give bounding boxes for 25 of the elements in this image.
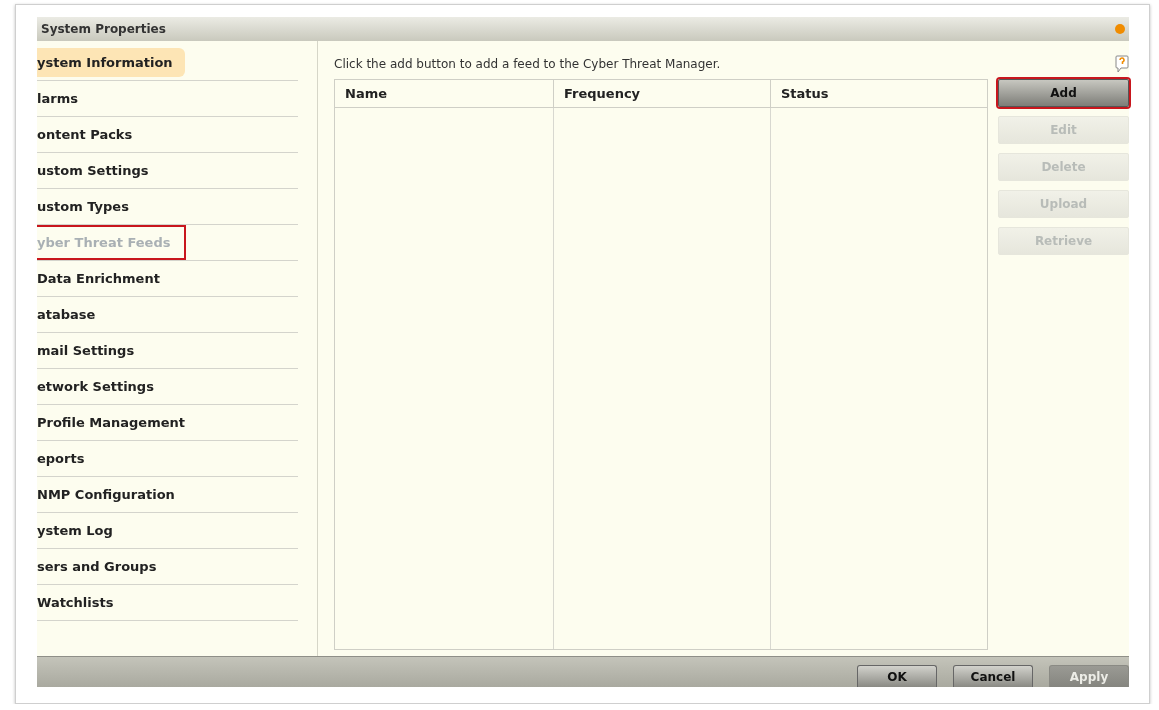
- sidebar-item[interactable]: ystem Log: [37, 516, 125, 545]
- instruction-text: Click the add button to add a feed to the Cyber Threat Manager.: [334, 57, 721, 71]
- sidebar-item[interactable]: ustom Types: [37, 192, 141, 221]
- column-header: Status: [771, 80, 987, 108]
- sidebar-item[interactable]: eports: [37, 444, 97, 473]
- sidebar-item[interactable]: sers and Groups: [37, 552, 169, 581]
- sidebar-item[interactable]: ustom Settings: [37, 156, 161, 185]
- column-header: Frequency: [554, 80, 771, 108]
- column-header: Name: [335, 80, 554, 108]
- footer-button[interactable]: OK: [857, 665, 937, 687]
- sidebar-item[interactable]: Watchlists: [37, 588, 126, 617]
- sidebar-item[interactable]: ystem Information: [37, 48, 185, 77]
- sidebar-item[interactable]: mail Settings: [37, 336, 147, 365]
- sidebar-item[interactable]: larms: [37, 84, 90, 113]
- sidebar-item[interactable]: Profile Management: [37, 408, 197, 437]
- window-title: System Properties: [41, 22, 166, 36]
- help-icon[interactable]: [1115, 55, 1129, 73]
- sidebar-item[interactable]: ontent Packs: [37, 120, 145, 149]
- sidebar-item[interactable]: etwork Settings: [37, 372, 166, 401]
- sidebar-item[interactable]: Data Enrichment: [37, 264, 172, 293]
- status-icon: [1115, 24, 1125, 34]
- footer-button[interactable]: Cancel: [953, 665, 1033, 687]
- sidebar-item[interactable]: atabase: [37, 300, 108, 329]
- sidebar-item[interactable]: NMP Configuration: [37, 480, 187, 509]
- action-button[interactable]: Add: [998, 79, 1129, 107]
